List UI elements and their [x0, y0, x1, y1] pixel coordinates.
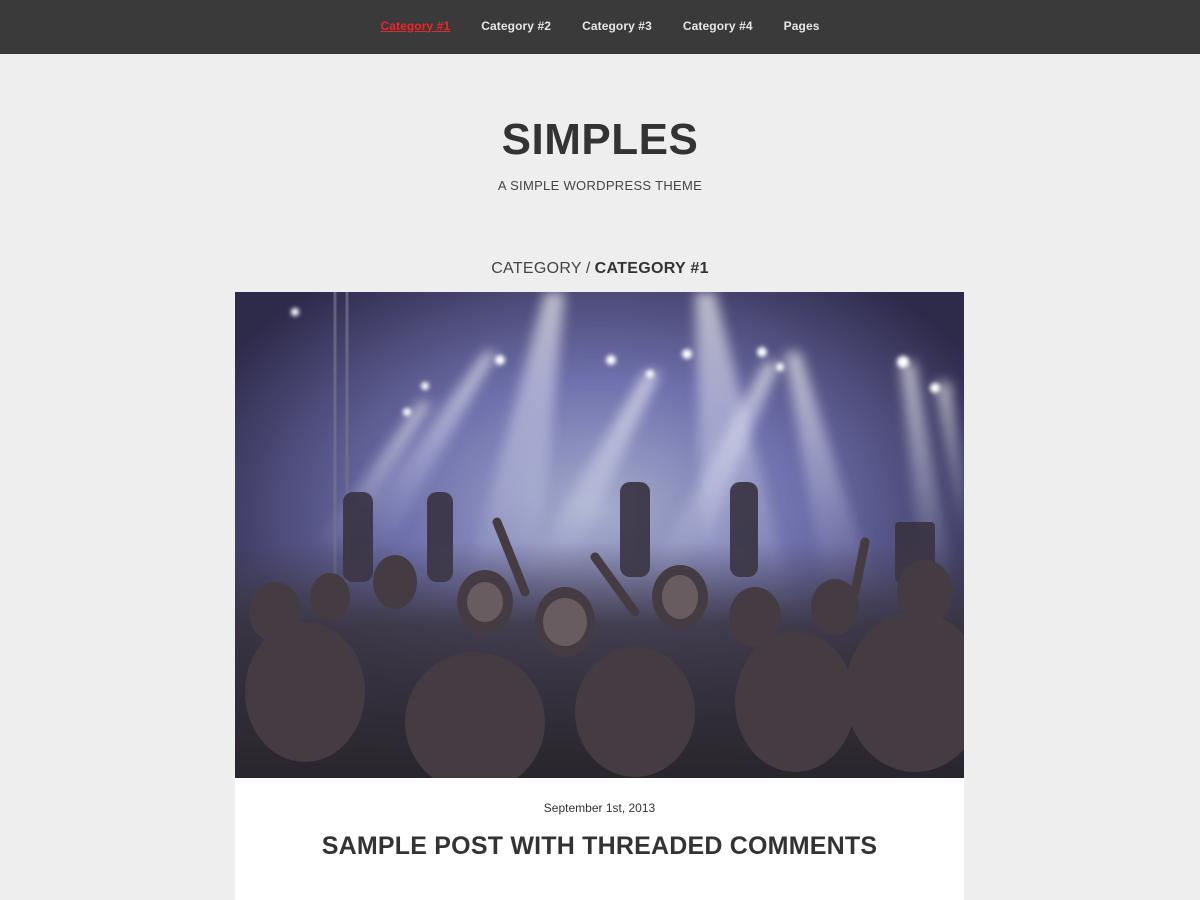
nav-link-category-2[interactable]: Category #2	[481, 19, 551, 33]
nav-item-category-1: Category #1	[380, 17, 450, 35]
post-date: September 1st, 2013	[543, 801, 656, 815]
nav-item-category-2: Category #2	[481, 17, 551, 35]
nav-item-category-4: Category #4	[683, 17, 753, 35]
site-description: A SIMPLE WORDPRESS THEME	[497, 178, 703, 193]
nav-link-category-4[interactable]: Category #4	[683, 19, 753, 33]
archive-separator: /	[585, 260, 591, 277]
nav-item-pages: Pages	[784, 17, 820, 35]
top-navigation: Category #1 Category #2 Category #3 Cate…	[0, 0, 1200, 54]
concert-crowd-photo[interactable]	[235, 292, 964, 778]
post-title[interactable]: SAMPLE POST WITH THREADED COMMENTS	[235, 828, 964, 864]
archive-prefix: CATEGORY	[491, 260, 582, 277]
nav-menu: Category #1 Category #2 Category #3 Cate…	[0, 0, 1200, 51]
nav-link-pages[interactable]: Pages	[784, 19, 820, 33]
nav-link-category-1[interactable]: Category #1	[380, 19, 450, 33]
nav-item-category-3: Category #3	[582, 17, 652, 35]
archive-title: CATEGORY / CATEGORY #1	[0, 258, 1200, 280]
archive-term: CATEGORY #1	[594, 260, 709, 277]
site-title[interactable]: SIMPLES	[0, 110, 1200, 170]
post-card: September 1st, 2013 SAMPLE POST WITH THR…	[235, 292, 964, 900]
nav-link-category-3[interactable]: Category #3	[582, 19, 652, 33]
